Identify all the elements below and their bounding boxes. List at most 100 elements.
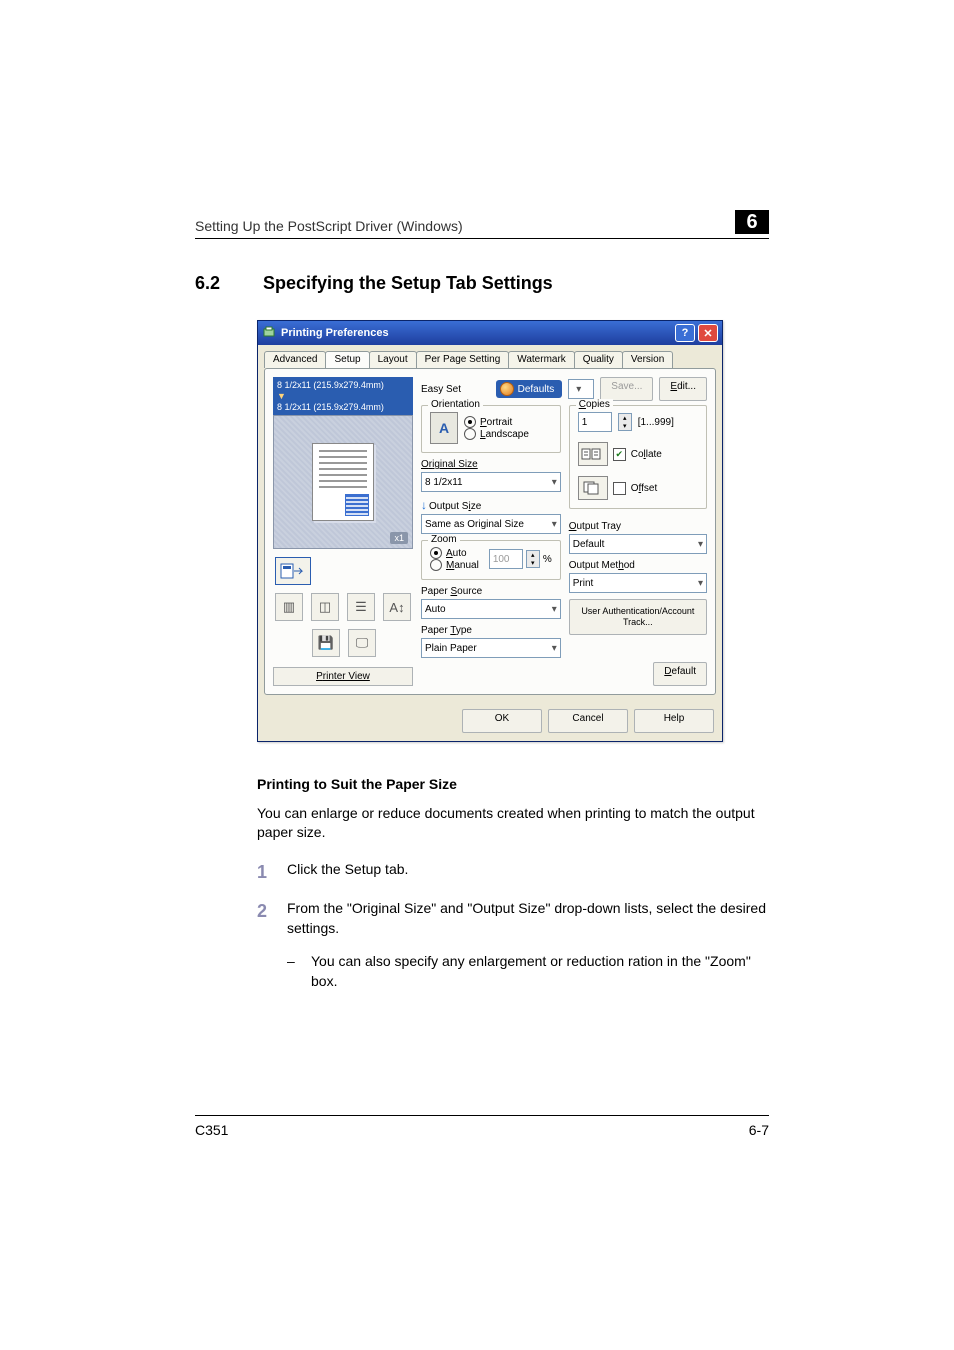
radio-zoom-auto[interactable]: Auto (430, 547, 479, 559)
copies-range: [1...999] (638, 417, 674, 428)
footer-page: 6-7 (749, 1122, 769, 1138)
copies-group: Copies 1 ▴▾ [1...999] ✔ Collate (569, 405, 707, 509)
copies-input[interactable]: 1 (578, 412, 612, 432)
easyset-defaults-pill[interactable]: Defaults (496, 380, 563, 398)
step-1-text: Click the Setup tab. (287, 860, 769, 885)
tab-setup[interactable]: Setup (325, 351, 369, 368)
radio-zoom-manual[interactable]: Manual (430, 559, 479, 571)
tab-watermark[interactable]: Watermark (508, 351, 575, 368)
option-icon-6[interactable]: 🖵 (348, 629, 376, 657)
substep-dash: – (287, 952, 311, 991)
preview-header: 8 1/2x11 (215.9x279.4mm) ▼ 8 1/2x11 (215… (273, 377, 413, 415)
zoom-percent: % (543, 554, 552, 565)
preview-pane: 8 1/2x11 (215.9x279.4mm) ▼ 8 1/2x11 (215… (273, 377, 413, 686)
paper-type-row: Paper Type Plain Paper ▾ (421, 625, 561, 658)
offset-label: Offset (631, 483, 658, 494)
dialog-printing-preferences: Printing Preferences ? ✕ Advanced Setup … (257, 320, 723, 742)
output-method-select[interactable]: Print ▾ (569, 573, 707, 593)
step-2-number: 2 (257, 899, 287, 938)
paper-source-label: Paper Source (421, 586, 561, 597)
option-icon-4[interactable]: A↕ (383, 593, 411, 621)
output-tray-label: Output Tray (569, 521, 707, 532)
edit-button[interactable]: Edit... (659, 377, 707, 401)
output-method-value: Print (573, 578, 594, 589)
offset-checkbox[interactable] (613, 482, 626, 495)
collate-label: Collate (631, 449, 662, 460)
option-icon-5[interactable]: 💾 (312, 629, 340, 657)
section-title: Specifying the Setup Tab Settings (263, 273, 553, 294)
help-window-button[interactable]: ? (675, 324, 695, 342)
original-size-select[interactable]: 8 1/2x11 ▾ (421, 472, 561, 492)
help-button[interactable]: Help (634, 709, 714, 733)
zoom-spinner[interactable]: ▴▾ (526, 550, 540, 568)
offset-icon (578, 476, 608, 500)
save-button[interactable]: Save... (600, 377, 653, 401)
output-tray-row: Output Tray Default ▾ (569, 521, 707, 554)
option-icon-1[interactable]: ▥ (275, 593, 303, 621)
footer-model: C351 (195, 1122, 228, 1138)
easyset-defaults-text: Defaults (518, 384, 555, 395)
tab-strip: Advanced Setup Layout Per Page Setting W… (258, 345, 722, 368)
easyset-label: Easy Set (421, 384, 461, 395)
zoom-badge: x1 (390, 532, 408, 544)
copies-spinner[interactable]: ▴▾ (618, 413, 632, 431)
tab-version[interactable]: Version (622, 351, 673, 368)
output-tray-value: Default (573, 539, 605, 550)
copies-caption: Copies (576, 399, 613, 410)
document-preview-icon (312, 443, 374, 521)
tab-layout[interactable]: Layout (369, 351, 417, 368)
output-size-row: ↓Output Size Same as Original Size ▾ (421, 498, 561, 534)
ok-button[interactable]: OK (462, 709, 542, 733)
default-button[interactable]: Default (653, 662, 707, 686)
original-size-value: 8 1/2x11 (425, 477, 463, 488)
paper-source-select[interactable]: Auto ▾ (421, 599, 561, 619)
step-2-text: From the "Original Size" and "Output Siz… (287, 899, 769, 938)
step-1-number: 1 (257, 860, 287, 885)
option-icon-3[interactable]: ☰ (347, 593, 375, 621)
paper-type-label: Paper Type (421, 625, 561, 636)
zoom-group: Zoom Auto Manual 100 ▴▾ % (421, 540, 561, 580)
intro-paragraph: You can enlarge or reduce documents crea… (257, 804, 769, 842)
original-size-label: Original Size (421, 459, 561, 470)
layout-indicator-icon[interactable] (275, 557, 311, 585)
preview-size-line2: 8 1/2x11 (215.9x279.4mm) (277, 402, 409, 413)
original-size-row: Original Size 8 1/2x11 ▾ (421, 459, 561, 492)
output-method-label: Output Method (569, 560, 707, 571)
easyset-dropdown[interactable] (568, 379, 594, 399)
user-auth-button[interactable]: User Authentication/Account Track... (569, 599, 707, 635)
dialog-title: Printing Preferences (281, 327, 389, 339)
radio-portrait[interactable]: Portrait (464, 416, 529, 428)
tab-perpage[interactable]: Per Page Setting (416, 351, 510, 368)
option-icon-2[interactable]: ◫ (311, 593, 339, 621)
output-size-value: Same as Original Size (425, 519, 524, 530)
subheading: Printing to Suit the Paper Size (257, 776, 769, 792)
substep-text: You can also specify any enlargement or … (311, 952, 769, 991)
paper-source-row: Paper Source Auto ▾ (421, 586, 561, 619)
printer-view-button[interactable]: Printer View (273, 667, 413, 686)
screenshot-figure: Printing Preferences ? ✕ Advanced Setup … (257, 320, 769, 742)
running-title: Setting Up the PostScript Driver (Window… (195, 218, 463, 234)
output-size-label: ↓Output Size (421, 498, 561, 512)
orientation-group: Orientation A Portrait Landscape (421, 405, 561, 453)
paper-source-value: Auto (425, 604, 446, 615)
tab-advanced[interactable]: Advanced (264, 351, 326, 368)
paper-type-select[interactable]: Plain Paper ▾ (421, 638, 561, 658)
printer-icon (262, 326, 276, 340)
zoom-caption: Zoom (428, 534, 460, 545)
dialog-titlebar[interactable]: Printing Preferences ? ✕ (258, 321, 722, 345)
collate-icon (578, 442, 608, 466)
paper-type-value: Plain Paper (425, 643, 477, 654)
printer-view-label: rinter View (323, 671, 370, 682)
collate-checkbox[interactable]: ✔ (613, 448, 626, 461)
output-size-select[interactable]: Same as Original Size ▾ (421, 514, 561, 534)
tab-quality[interactable]: Quality (574, 351, 623, 368)
output-tray-select[interactable]: Default ▾ (569, 534, 707, 554)
output-method-row: Output Method Print ▾ (569, 560, 707, 593)
section-number: 6.2 (195, 273, 241, 294)
radio-landscape[interactable]: Landscape (464, 428, 529, 440)
close-window-button[interactable]: ✕ (698, 324, 718, 342)
chapter-number-box: 6 (735, 210, 769, 234)
zoom-value-input[interactable]: 100 (489, 549, 523, 569)
orientation-caption: Orientation (428, 399, 483, 410)
cancel-button[interactable]: Cancel (548, 709, 628, 733)
